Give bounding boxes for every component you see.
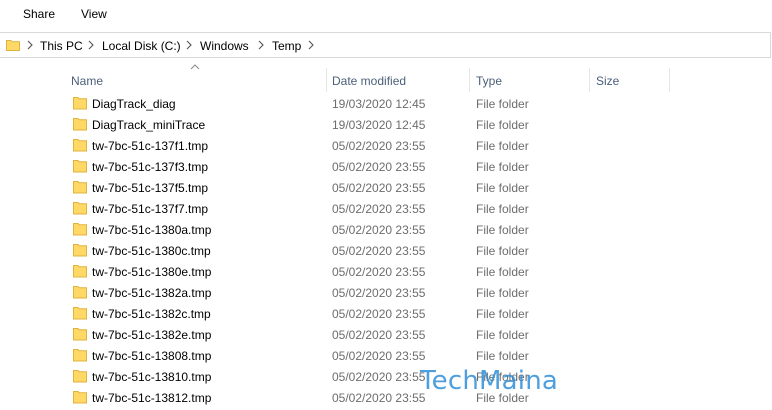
file-name: tw-7bc-51c-1382a.tmp xyxy=(92,286,212,300)
file-date-modified: 05/02/2020 23:55 xyxy=(332,202,426,216)
file-date-modified: 05/02/2020 23:55 xyxy=(332,328,426,342)
file-date-modified: 05/02/2020 23:55 xyxy=(332,265,426,279)
column-divider[interactable] xyxy=(669,68,670,92)
file-type: File folder xyxy=(476,118,529,132)
file-type: File folder xyxy=(476,223,529,237)
column-divider[interactable] xyxy=(589,68,590,92)
breadcrumb-windows[interactable]: Windows xyxy=(200,39,249,53)
file-name: tw-7bc-51c-137f7.tmp xyxy=(92,202,209,216)
file-name: DiagTrack_miniTrace xyxy=(92,118,206,132)
file-date-modified: 05/02/2020 23:55 xyxy=(332,244,426,258)
file-name: tw-7bc-51c-137f5.tmp xyxy=(92,181,209,195)
file-row[interactable]: DiagTrack_miniTrace 19/03/2020 12:45 File … xyxy=(0,114,772,135)
file-row[interactable]: tw-7bc-51c-1380c.tmp 05/02/2020 23:55 File… xyxy=(0,240,772,261)
file-date-modified: 05/02/2020 23:55 xyxy=(332,160,426,174)
chevron-right-icon[interactable] xyxy=(256,38,266,52)
file-name: tw-7bc-51c-1382e.tmp xyxy=(92,328,212,342)
file-date-modified: 19/03/2020 12:45 xyxy=(332,118,426,132)
folder-icon xyxy=(73,265,87,278)
file-row[interactable]: tw-7bc-51c-137f5.tmp 05/02/2020 23:55 File… xyxy=(0,177,772,198)
file-date-modified: 05/02/2020 23:55 xyxy=(332,286,426,300)
file-row[interactable]: tw-7bc-51c-1380e.tmp 05/02/2020 23:55 File… xyxy=(0,261,772,282)
chevron-right-icon[interactable] xyxy=(184,38,194,52)
file-date-modified: 19/03/2020 12:45 xyxy=(332,97,426,111)
ribbon: Share View xyxy=(0,0,772,28)
file-type: File folder xyxy=(476,244,529,258)
chevron-right-icon[interactable] xyxy=(306,38,316,52)
file-date-modified: 05/02/2020 23:55 xyxy=(332,223,426,237)
folder-icon xyxy=(73,223,87,236)
file-row[interactable]: tw-7bc-51c-1382c.tmp 05/02/2020 23:55 File… xyxy=(0,303,772,324)
file-type: File folder xyxy=(476,97,529,111)
file-name: tw-7bc-51c-1382c.tmp xyxy=(92,307,211,321)
folder-icon xyxy=(73,244,87,257)
file-type: File folder xyxy=(476,181,529,195)
file-row[interactable]: DiagTrack_diag 19/03/2020 12:45 File folde… xyxy=(0,93,772,114)
file-row[interactable]: tw-7bc-51c-137f7.tmp 05/02/2020 23:55 File… xyxy=(0,198,772,219)
file-type: File folder xyxy=(476,286,529,300)
file-name: tw-7bc-51c-1380e.tmp xyxy=(92,265,212,279)
file-date-modified: 05/02/2020 23:55 xyxy=(332,370,426,384)
tab-share[interactable]: Share xyxy=(23,7,55,21)
file-type: File folder xyxy=(476,307,529,321)
file-name: tw-7bc-51c-13810.tmp xyxy=(92,370,212,384)
folder-icon xyxy=(73,307,87,320)
folder-icon xyxy=(73,370,87,383)
folder-icon xyxy=(73,328,87,341)
file-type: File folder xyxy=(476,139,529,153)
folder-icon xyxy=(73,349,87,362)
column-header-type[interactable]: Type xyxy=(476,74,502,88)
file-type: File folder xyxy=(476,202,529,216)
file-date-modified: 05/02/2020 23:55 xyxy=(332,391,426,405)
file-name: tw-7bc-51c-1380a.tmp xyxy=(92,223,212,237)
file-row[interactable]: tw-7bc-51c-13808.tmp 05/02/2020 23:55 File… xyxy=(0,345,772,366)
chevron-right-icon[interactable] xyxy=(86,38,96,52)
watermark-text: TechMaina xyxy=(420,366,559,396)
column-header-row: Name Date modified Type Size xyxy=(0,66,772,94)
address-bar[interactable]: This PC Local Disk (C:) Windows Temp xyxy=(0,32,771,58)
file-name: tw-7bc-51c-137f1.tmp xyxy=(92,139,209,153)
file-date-modified: 05/02/2020 23:55 xyxy=(332,349,426,363)
file-row[interactable]: tw-7bc-51c-13810.tmp 05/02/2020 23:55 File… xyxy=(0,366,772,387)
folder-icon xyxy=(73,181,87,194)
folder-icon xyxy=(73,139,87,152)
file-row[interactable]: tw-7bc-51c-1380a.tmp 05/02/2020 23:55 File… xyxy=(0,219,772,240)
column-header-date[interactable]: Date modified xyxy=(332,74,406,88)
file-row[interactable]: tw-7bc-51c-1382a.tmp 05/02/2020 23:55 File… xyxy=(0,282,772,303)
file-row[interactable]: tw-7bc-51c-137f1.tmp 05/02/2020 23:55 File… xyxy=(0,135,772,156)
column-header-name[interactable]: Name xyxy=(71,74,103,88)
file-name: DiagTrack_diag xyxy=(92,97,176,111)
folder-icon xyxy=(73,286,87,299)
breadcrumb-this-pc[interactable]: This PC xyxy=(40,39,83,53)
file-date-modified: 05/02/2020 23:55 xyxy=(332,139,426,153)
tab-view[interactable]: View xyxy=(81,7,107,21)
file-name: tw-7bc-51c-13808.tmp xyxy=(92,349,212,363)
breadcrumb-temp[interactable]: Temp xyxy=(272,39,301,53)
folder-icon xyxy=(73,160,87,173)
file-name: tw-7bc-51c-137f3.tmp xyxy=(92,160,209,174)
column-divider[interactable] xyxy=(469,68,470,92)
folder-icon xyxy=(73,118,87,131)
folder-icon xyxy=(73,202,87,215)
column-header-size[interactable]: Size xyxy=(596,74,619,88)
file-type: File folder xyxy=(476,349,529,363)
file-row[interactable]: tw-7bc-51c-13812.tmp 05/02/2020 23:55 File… xyxy=(0,387,772,408)
breadcrumb-local-disk[interactable]: Local Disk (C:) xyxy=(102,39,181,53)
file-date-modified: 05/02/2020 23:55 xyxy=(332,307,426,321)
folder-icon xyxy=(6,40,20,51)
file-name: tw-7bc-51c-1380c.tmp xyxy=(92,244,211,258)
folder-icon xyxy=(73,97,87,110)
file-row[interactable]: tw-7bc-51c-1382e.tmp 05/02/2020 23:55 File… xyxy=(0,324,772,345)
column-divider[interactable] xyxy=(326,68,327,92)
file-row[interactable]: tw-7bc-51c-137f3.tmp 05/02/2020 23:55 File… xyxy=(0,156,772,177)
file-name: tw-7bc-51c-13812.tmp xyxy=(92,391,212,405)
folder-icon xyxy=(73,391,87,404)
file-type: File folder xyxy=(476,328,529,342)
file-type: File folder xyxy=(476,265,529,279)
file-date-modified: 05/02/2020 23:55 xyxy=(332,181,426,195)
chevron-right-icon[interactable] xyxy=(25,38,35,52)
file-type: File folder xyxy=(476,160,529,174)
